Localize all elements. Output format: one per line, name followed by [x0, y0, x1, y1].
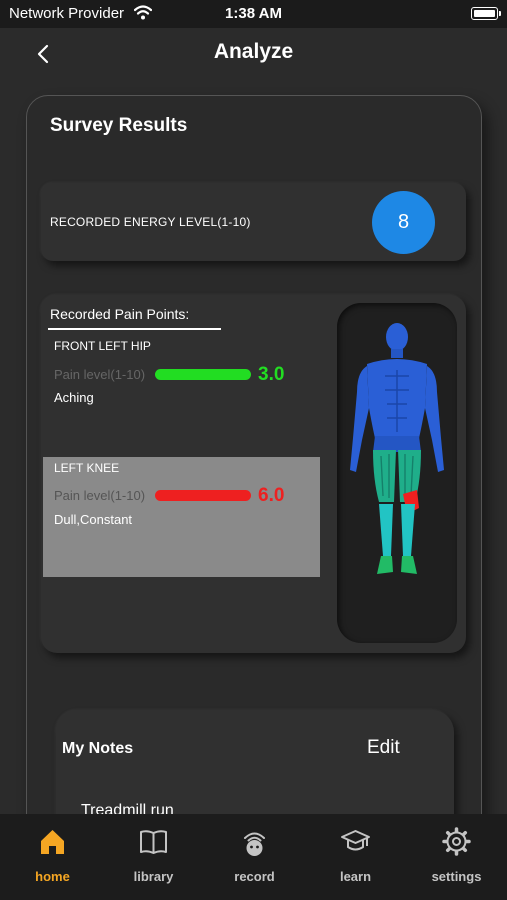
notes-title: My Notes	[62, 740, 134, 757]
pain-point-location: LEFT KNEE	[54, 461, 120, 475]
pain-level-label: Pain level(1-10)	[54, 367, 146, 382]
pain-header-underline	[48, 328, 221, 330]
pain-level-value: 3.0	[258, 364, 285, 385]
tab-home[interactable]: home	[2, 814, 103, 900]
tab-record-label: record	[234, 869, 275, 884]
tab-library[interactable]: library	[103, 814, 204, 900]
energy-level-badge: 8	[372, 191, 435, 254]
body-map-figure[interactable]	[337, 320, 457, 590]
energy-level-value: 8	[397, 211, 410, 233]
pain-point-item[interactable]: FRONT LEFT HIP Pain level(1-10) 3.0 Achi…	[43, 335, 320, 455]
pain-level-bar	[155, 369, 251, 380]
nav-bar: Analyze	[0, 28, 507, 80]
tab-home-label: home	[35, 869, 70, 884]
pain-point-location: FRONT LEFT HIP	[54, 339, 151, 353]
survey-results-title: Survey Results	[50, 115, 188, 136]
book-icon	[140, 830, 167, 854]
page-title: Analyze	[213, 40, 294, 63]
pain-description: Dull,Constant	[54, 512, 133, 527]
battery-icon	[471, 7, 501, 20]
status-time: 1:38 AM	[225, 5, 282, 22]
pain-level-bar	[155, 490, 251, 501]
graduation-cap-icon	[341, 830, 370, 851]
tab-learn-label: learn	[339, 869, 372, 884]
energy-level-label: RECORDED ENERGY LEVEL(1-10)	[50, 215, 251, 229]
record-icon	[244, 832, 265, 856]
home-icon	[41, 830, 64, 854]
pain-point-item[interactable]: LEFT KNEE Pain level(1-10) 6.0 Dull,Cons…	[43, 457, 320, 577]
pain-points-header: Recorded Pain Points:	[50, 306, 190, 322]
pain-level-label: Pain level(1-10)	[54, 488, 146, 503]
gear-icon	[442, 827, 471, 856]
pain-level-value: 6.0	[258, 485, 285, 506]
tab-settings[interactable]: settings	[406, 814, 507, 900]
tab-library-label: library	[133, 869, 174, 884]
pain-description: Aching	[54, 390, 94, 405]
tab-record[interactable]: record	[204, 814, 305, 900]
status-bar: Network Provider 1:38 AM	[0, 0, 507, 28]
notes-edit-button[interactable]: Edit	[367, 737, 400, 759]
tab-settings-label: settings	[431, 869, 482, 884]
tab-learn[interactable]: learn	[305, 814, 406, 900]
tab-bar: home library record learn settings	[0, 814, 507, 900]
